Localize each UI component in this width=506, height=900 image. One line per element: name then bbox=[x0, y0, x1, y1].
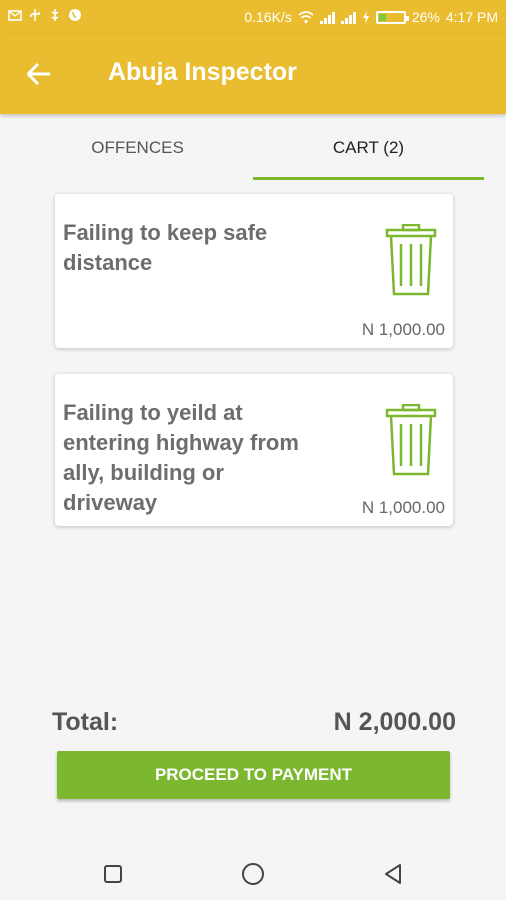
status-bar: 0.16K/s 26% 4:17 PM bbox=[0, 0, 506, 34]
offence-price: N 1,000.00 bbox=[361, 498, 445, 517]
proceed-to-payment-button[interactable]: PROCEED TO PAYMENT bbox=[57, 751, 450, 799]
mail-icon bbox=[8, 10, 22, 21]
offence-title: Failing to yeild at entering highway fro… bbox=[63, 400, 299, 515]
notification-icons bbox=[8, 8, 82, 22]
arrow-left-icon bbox=[26, 62, 50, 86]
tab-cart[interactable]: CART (2) bbox=[253, 126, 484, 182]
tab-offences[interactable]: OFFENCES bbox=[22, 126, 253, 182]
delete-button[interactable] bbox=[383, 403, 439, 476]
tab-bar: OFFENCES CART (2) bbox=[22, 126, 484, 182]
total-value: N 2,000.00 bbox=[333, 708, 456, 736]
cart-item-card: Failing to keep safe distance N 1,000.00 bbox=[55, 194, 453, 348]
whatsapp-icon bbox=[69, 9, 81, 21]
back-button[interactable] bbox=[20, 56, 60, 92]
battery-percent: 26% bbox=[411, 9, 440, 25]
network-speed: 0.16K/s bbox=[244, 9, 292, 25]
back-nav-button[interactable] bbox=[378, 859, 408, 889]
home-button[interactable] bbox=[238, 859, 268, 889]
trash-icon bbox=[385, 223, 437, 296]
signal-icon-2 bbox=[340, 11, 356, 24]
square-icon bbox=[104, 865, 122, 883]
system-nav-bar bbox=[0, 845, 506, 900]
app-bar: Abuja Inspector bbox=[0, 34, 506, 114]
triangle-back-icon bbox=[385, 864, 401, 884]
app-title: Abuja Inspector bbox=[108, 58, 297, 86]
battery-icon bbox=[375, 10, 409, 24]
wifi-icon bbox=[298, 10, 314, 23]
system-status: 0.16K/s 26% 4:17 PM bbox=[244, 9, 498, 25]
charging-icon bbox=[362, 10, 369, 24]
offence-title: Failing to keep safe distance bbox=[63, 220, 268, 275]
recent-apps-button[interactable] bbox=[98, 859, 128, 889]
delete-button[interactable] bbox=[383, 223, 439, 296]
usb-icon bbox=[30, 9, 40, 21]
total-label: Total: bbox=[52, 708, 119, 736]
clock: 4:17 PM bbox=[445, 9, 498, 25]
signal-icon bbox=[319, 11, 335, 24]
trash-icon bbox=[385, 403, 437, 476]
usb-debug-icon bbox=[51, 9, 59, 21]
offence-price: N 1,000.00 bbox=[361, 320, 445, 339]
cart-item-card: Failing to yeild at entering highway fro… bbox=[55, 374, 453, 526]
circle-icon bbox=[242, 863, 264, 885]
